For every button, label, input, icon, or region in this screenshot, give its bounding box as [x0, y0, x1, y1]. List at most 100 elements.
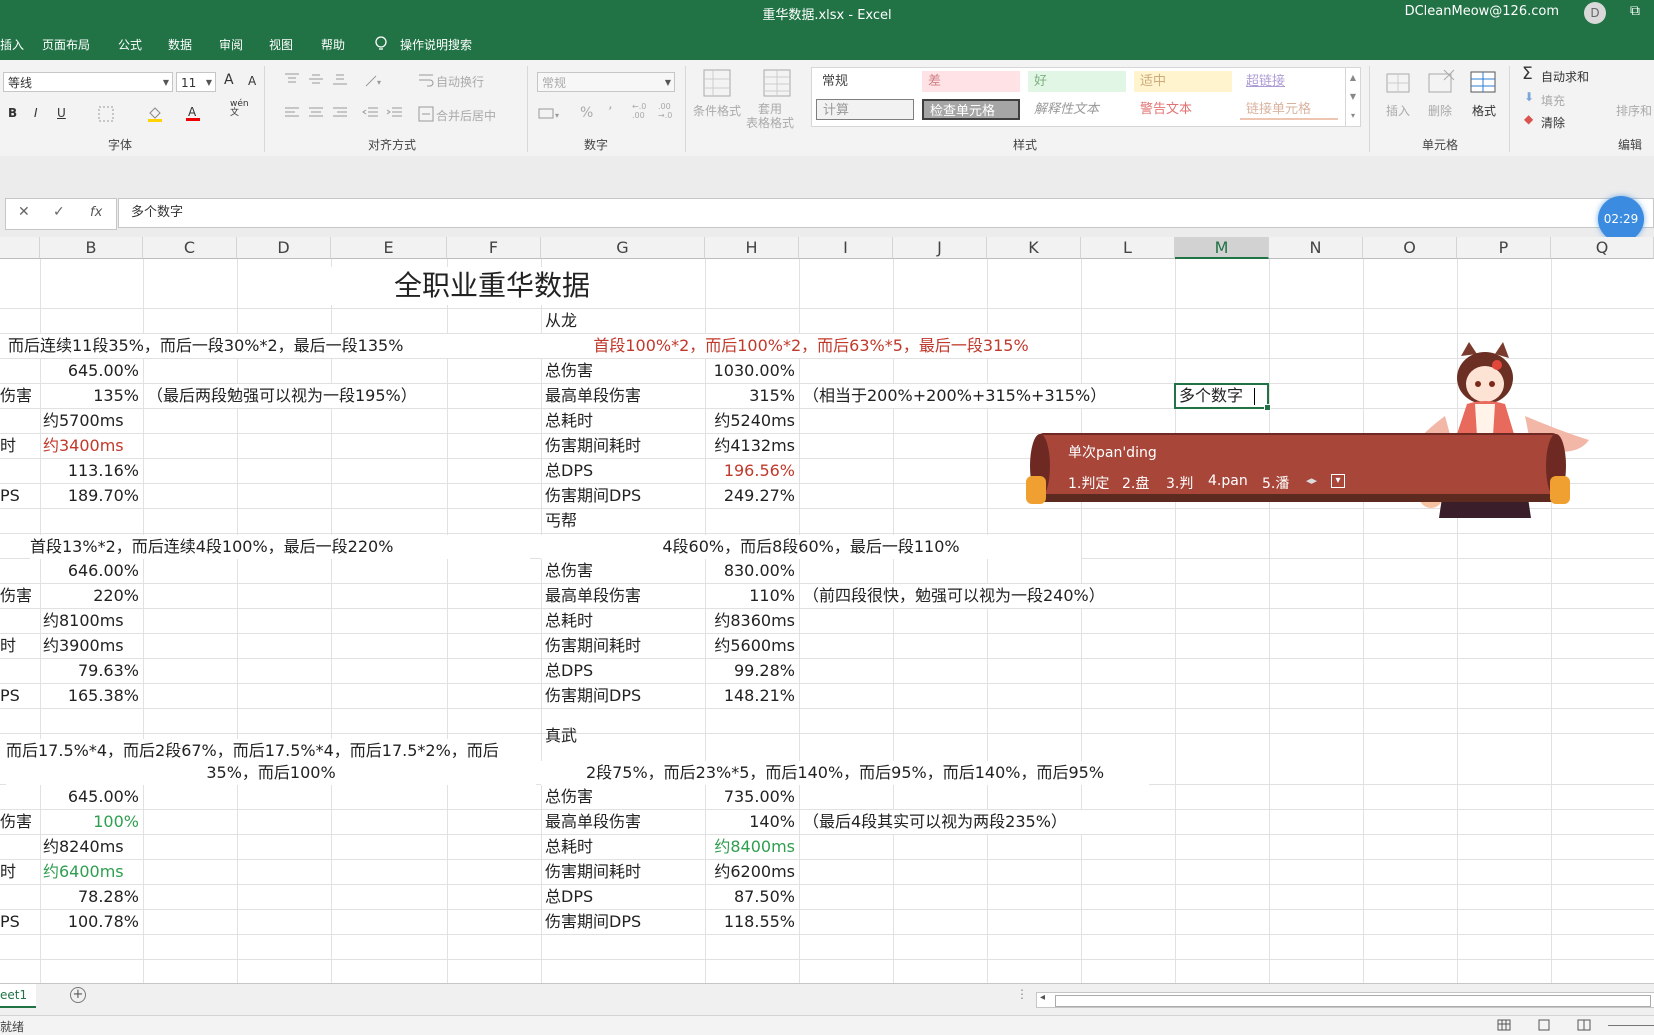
ime-prev-next-icon[interactable]: ◂▸	[1306, 474, 1317, 487]
italic-button[interactable]: I	[34, 106, 38, 120]
autosum-icon[interactable]: Σ	[1522, 64, 1533, 84]
column-header[interactable]: Q	[1551, 237, 1654, 259]
ime-expand-icon[interactable]: ▾	[1331, 474, 1345, 488]
style-bad[interactable]: 差	[922, 71, 1020, 92]
style-warning[interactable]: 警告文本	[1134, 99, 1232, 120]
format-cells-button[interactable]: 格式	[1472, 102, 1496, 119]
sort-filter-button[interactable]: 排序和	[1616, 102, 1652, 119]
align-top-icon[interactable]	[284, 72, 300, 86]
style-check-cell[interactable]: 检查单元格	[922, 99, 1020, 120]
font-name-select[interactable]: 等线 ▼	[3, 72, 173, 92]
conditional-format-icon[interactable]	[702, 68, 734, 98]
formula-input[interactable]: 多个数字	[118, 198, 1654, 228]
column-header[interactable]: L	[1081, 237, 1175, 259]
borders-icon[interactable]	[98, 106, 114, 122]
ime-candidate-5[interactable]: 5.潘	[1262, 473, 1289, 493]
font-color-icon[interactable]: A	[184, 104, 202, 122]
bold-button[interactable]: B	[8, 106, 17, 120]
tab-help[interactable]: 帮助	[321, 36, 345, 53]
autosum-button[interactable]: 自动求和	[1541, 68, 1589, 85]
page-break-view-icon[interactable]	[1577, 1019, 1591, 1031]
style-good[interactable]: 好	[1028, 71, 1126, 92]
enter-icon[interactable]: ✓	[53, 204, 65, 220]
wrap-text-button[interactable]: 自动换行	[436, 73, 484, 90]
style-neutral[interactable]: 适中	[1134, 71, 1232, 92]
orientation-icon[interactable]: ▾	[364, 72, 386, 88]
grow-font-button[interactable]: A	[224, 72, 234, 88]
align-center-icon[interactable]	[308, 106, 324, 120]
column-header[interactable]: C	[143, 237, 237, 259]
cancel-icon[interactable]: ✕	[18, 204, 30, 220]
tab-insert[interactable]: 插入	[0, 36, 24, 53]
decrease-indent-icon[interactable]	[362, 106, 378, 120]
align-middle-icon[interactable]	[308, 72, 324, 86]
number-format-select[interactable]: 常规 ▼	[537, 72, 675, 92]
ime-candidate-3[interactable]: 3.判	[1166, 473, 1193, 493]
fill-color-icon[interactable]	[146, 104, 164, 122]
table-format-button[interactable]: 套用 表格格式	[746, 102, 794, 130]
clear-button[interactable]: 清除	[1541, 114, 1565, 131]
ime-candidate-2[interactable]: 2.盘	[1122, 473, 1149, 493]
format-cells-icon[interactable]	[1468, 66, 1500, 98]
eraser-icon[interactable]: ◆	[1524, 112, 1533, 126]
add-sheet-icon[interactable]: +	[70, 987, 86, 1003]
insert-cells-icon[interactable]	[1384, 68, 1414, 98]
column-header[interactable]: P	[1457, 237, 1551, 259]
ime-candidate-1[interactable]: 1.判定	[1068, 473, 1109, 493]
tab-data[interactable]: 数据	[168, 36, 192, 53]
align-right-icon[interactable]	[332, 106, 348, 120]
fill-button[interactable]: 填充	[1541, 92, 1565, 109]
column-header[interactable]: H	[705, 237, 799, 259]
fill-handle[interactable]	[1264, 404, 1271, 411]
column-header[interactable]: B	[40, 237, 143, 259]
timer-badge[interactable]: 02:29	[1598, 196, 1644, 242]
horizontal-scrollbar[interactable]: ◂	[1036, 992, 1654, 1008]
column-header[interactable]: N	[1269, 237, 1363, 259]
shrink-font-button[interactable]: A	[248, 74, 256, 88]
page-layout-view-icon[interactable]	[1537, 1019, 1551, 1031]
comma-button[interactable]: ’	[608, 105, 612, 121]
conditional-format-button[interactable]: 条件格式	[693, 102, 741, 119]
align-bottom-icon[interactable]	[332, 72, 348, 86]
tab-review[interactable]: 审阅	[219, 36, 243, 53]
column-header[interactable]: D	[237, 237, 331, 259]
increase-indent-icon[interactable]	[386, 106, 402, 120]
decrease-decimal-button[interactable]: .00 →.0	[658, 102, 672, 120]
column-header-a[interactable]	[0, 237, 40, 259]
delete-cells-button[interactable]: 删除	[1428, 102, 1452, 119]
sheet-tab-active[interactable]: eet1	[0, 984, 36, 1008]
merge-center-button[interactable]: 合并后居中	[436, 107, 496, 124]
gallery-scroll[interactable]: ▲ ▼ ▾	[1345, 68, 1360, 126]
tell-me-search[interactable]: 操作说明搜索	[400, 36, 472, 53]
active-cell[interactable]: 多个数字	[1174, 383, 1271, 411]
fill-down-icon[interactable]: ⬇	[1524, 90, 1534, 104]
column-header[interactable]: O	[1363, 237, 1457, 259]
font-size-select[interactable]: 11 ▼	[176, 72, 216, 92]
percent-button[interactable]: %	[580, 105, 593, 121]
splitter-handle[interactable]: ⋮	[1016, 987, 1028, 1001]
underline-button[interactable]: U	[57, 106, 66, 120]
column-header[interactable]: J	[893, 237, 987, 259]
style-linked-cell[interactable]: 链接单元格	[1240, 99, 1338, 120]
zoom-slider[interactable]	[1608, 1025, 1654, 1026]
wrap-text-icon[interactable]	[418, 72, 434, 88]
scroll-left-icon[interactable]: ◂	[1040, 992, 1045, 1003]
column-header-selected[interactable]: M	[1175, 237, 1269, 259]
delete-cells-icon[interactable]	[1426, 68, 1456, 98]
column-header[interactable]: F	[447, 237, 541, 259]
currency-icon[interactable]: ▾	[538, 106, 562, 122]
increase-decimal-button[interactable]: ←.0 .00	[632, 102, 646, 120]
style-normal[interactable]: 常规	[816, 71, 914, 92]
column-header[interactable]: K	[987, 237, 1081, 259]
normal-view-icon[interactable]	[1497, 1019, 1511, 1031]
scrollbar-thumb[interactable]	[1055, 995, 1651, 1007]
restore-icon[interactable]: ⧉	[1630, 3, 1640, 19]
tab-view[interactable]: 视图	[269, 36, 293, 53]
tab-formulas[interactable]: 公式	[118, 36, 142, 53]
phonetic-button[interactable]: wén 文	[230, 100, 249, 118]
column-header[interactable]: E	[331, 237, 447, 259]
account-name[interactable]: DCleanMeow@126.com	[1405, 4, 1559, 19]
avatar[interactable]: D	[1584, 2, 1606, 24]
table-format-icon[interactable]	[762, 68, 794, 98]
style-calculation[interactable]: 计算	[816, 99, 914, 120]
